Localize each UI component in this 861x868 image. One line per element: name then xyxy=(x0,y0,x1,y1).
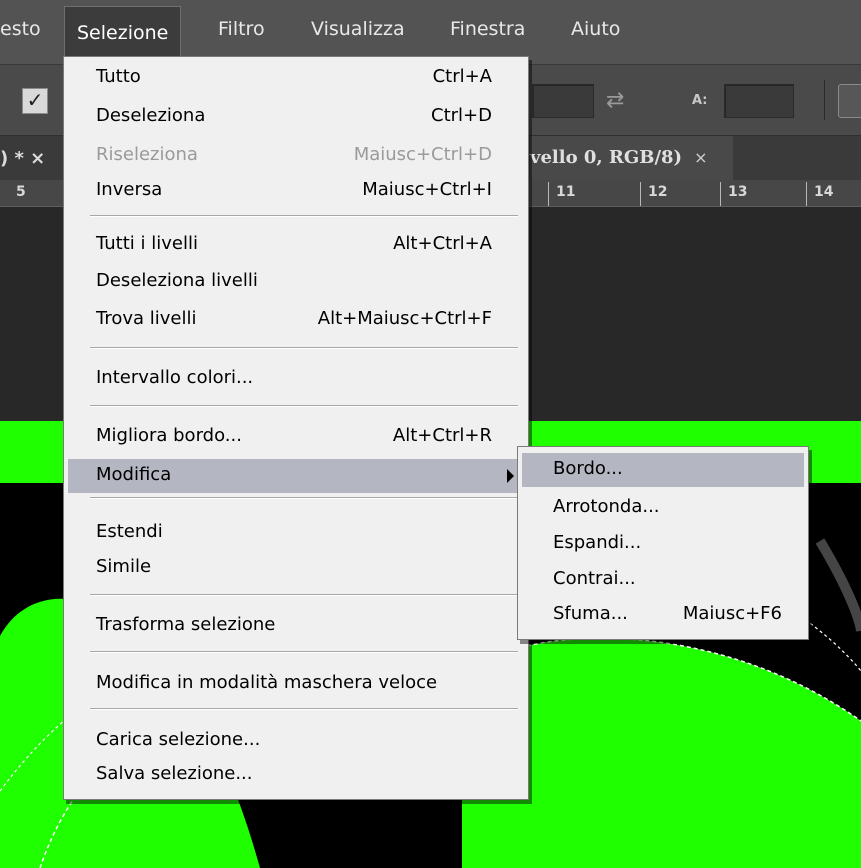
menu-item-label: Tutto xyxy=(96,66,141,87)
submenu-item-label: Espandi... xyxy=(553,532,642,553)
menu-item-label: Estendi xyxy=(96,521,163,542)
menu-item-label: Tutti i livelli xyxy=(96,233,198,254)
document-tab-title: vello 0, RGB/8) xyxy=(530,147,683,168)
swap-arrows-icon[interactable]: ⇄ xyxy=(606,88,624,113)
menu-item-label: Modifica in modalità maschera veloce xyxy=(96,672,438,693)
menu-item-label: Deseleziona xyxy=(96,105,206,126)
submenu-arrow-icon xyxy=(507,469,514,483)
submenu-item-label: Arrotonda... xyxy=(553,496,660,517)
menu-item-riseleziona: Riseleziona Maiusc+Ctrl+D xyxy=(68,139,522,173)
options-field-1[interactable] xyxy=(532,84,594,118)
menu-item-tutti-i-livelli[interactable]: Tutti i livelli Alt+Ctrl+A xyxy=(68,228,522,262)
submenu-item-arrotonda[interactable]: Arrotonda... xyxy=(522,491,804,525)
menu-item-trasforma-selezione[interactable]: Trasforma selezione xyxy=(68,609,522,643)
menu-item-label: Riseleziona xyxy=(96,144,198,165)
modifica-submenu: Bordo... Arrotonda... Espandi... Contrai… xyxy=(517,446,809,640)
options-button[interactable] xyxy=(838,84,861,118)
menu-item-estendi[interactable]: Estendi xyxy=(68,516,522,550)
menu-item-label: Trova livelli xyxy=(96,308,197,329)
submenu-item-label: Sfuma... xyxy=(553,603,628,624)
menu-item-label: Inversa xyxy=(96,179,163,200)
ruler-label-14: 14 xyxy=(814,184,834,200)
menu-item-carica-selezione[interactable]: Carica selezione... xyxy=(68,724,522,758)
menu-item-salva-selezione[interactable]: Salva selezione... xyxy=(68,758,522,792)
ruler-tick xyxy=(640,182,641,206)
menu-item-simile[interactable]: Simile xyxy=(68,551,522,585)
menu-separator xyxy=(90,708,518,710)
menu-item-maschera-veloce[interactable]: Modifica in modalità maschera veloce xyxy=(68,667,522,701)
menu-item-shortcut: Alt+Ctrl+R xyxy=(392,425,492,446)
menu-item-shortcut: Alt+Ctrl+A xyxy=(393,233,492,254)
menu-item-label: Deseleziona livelli xyxy=(96,270,258,291)
menu-item-tutto[interactable]: Tutto Ctrl+A xyxy=(68,61,522,95)
options-divider xyxy=(824,80,825,120)
options-checkbox[interactable]: ✓ xyxy=(22,88,48,114)
menu-item-label: Simile xyxy=(96,556,152,577)
ruler-tick xyxy=(548,182,549,206)
menu-item-label: Trasforma selezione xyxy=(96,614,276,635)
submenu-item-label: Contrai... xyxy=(553,568,636,589)
close-icon[interactable]: × xyxy=(694,148,707,167)
ruler-tick xyxy=(806,182,807,206)
menu-item-shortcut: Maiusc+Ctrl+D xyxy=(353,144,492,165)
submenu-item-sfuma[interactable]: Sfuma... Maiusc+F6 xyxy=(522,598,804,632)
menu-item-modifica[interactable]: Modifica xyxy=(68,459,522,493)
submenu-item-contrai[interactable]: Contrai... xyxy=(522,563,804,597)
submenu-item-shortcut: Maiusc+F6 xyxy=(682,603,782,624)
menubar-item-selezione[interactable]: Selezione xyxy=(64,6,182,59)
menu-separator xyxy=(90,215,518,217)
ruler-label-13: 13 xyxy=(728,184,748,200)
menu-item-label: Intervallo colori... xyxy=(96,367,254,388)
menu-separator xyxy=(90,497,518,499)
menubar-item-finestra[interactable]: Finestra xyxy=(450,18,525,40)
menu-separator xyxy=(90,594,518,596)
field-label-a: A: xyxy=(692,93,708,108)
submenu-item-bordo[interactable]: Bordo... xyxy=(522,453,804,487)
menu-item-inversa[interactable]: Inversa Maiusc+Ctrl+I xyxy=(68,174,522,208)
menubar-item-visualizza[interactable]: Visualizza xyxy=(311,18,405,40)
ruler-label-5: 5 xyxy=(16,184,26,200)
document-tab-previous[interactable]: ) * × xyxy=(0,148,45,169)
selezione-menu: Tutto Ctrl+A Deseleziona Ctrl+D Riselezi… xyxy=(63,56,529,800)
menu-item-intervallo-colori[interactable]: Intervallo colori... xyxy=(68,362,522,396)
menu-item-shortcut: Alt+Maiusc+Ctrl+F xyxy=(317,308,492,329)
submenu-item-espandi[interactable]: Espandi... xyxy=(522,527,804,561)
menubar-item-testo[interactable]: esto xyxy=(0,18,41,40)
menu-item-deseleziona[interactable]: Deseleziona Ctrl+D xyxy=(68,100,522,134)
ruler-label-12: 12 xyxy=(648,184,668,200)
ruler-label-11: 11 xyxy=(556,184,576,200)
menu-item-shortcut: Maiusc+Ctrl+I xyxy=(362,179,492,200)
menu-item-shortcut: Ctrl+A xyxy=(432,66,492,87)
menu-item-deseleziona-livelli[interactable]: Deseleziona livelli xyxy=(68,265,522,299)
menu-item-trova-livelli[interactable]: Trova livelli Alt+Maiusc+Ctrl+F xyxy=(68,303,522,337)
ruler-tick xyxy=(720,182,721,206)
menu-separator xyxy=(90,651,518,653)
menu-separator xyxy=(90,347,518,349)
menu-item-label: Salva selezione... xyxy=(96,763,253,784)
document-tab-active[interactable]: vello 0, RGB/8) × xyxy=(530,136,734,180)
submenu-item-label: Bordo... xyxy=(553,458,623,479)
menu-item-label: Modifica xyxy=(96,464,172,485)
options-field-a[interactable] xyxy=(724,84,794,118)
menu-item-migliora-bordo[interactable]: Migliora bordo... Alt+Ctrl+R xyxy=(68,420,522,454)
menubar-item-aiuto[interactable]: Aiuto xyxy=(571,18,620,40)
menu-item-label: Migliora bordo... xyxy=(96,425,242,446)
menubar-item-filtro[interactable]: Filtro xyxy=(218,18,265,40)
menu-item-shortcut: Ctrl+D xyxy=(431,105,492,126)
menu-separator xyxy=(90,405,518,407)
menu-item-label: Carica selezione... xyxy=(96,729,261,750)
